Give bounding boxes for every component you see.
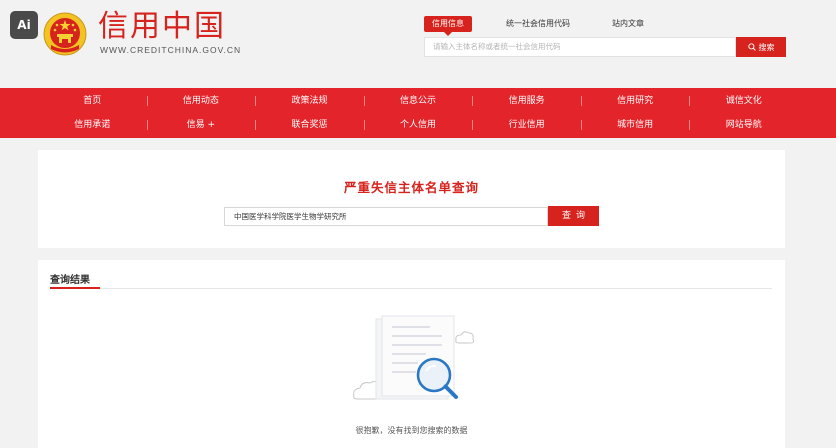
results-title: 查询结果 <box>50 275 90 286</box>
main-nav: 首页 信用动态 政策法规 信息公示 信用服务 信用研究 诚信文化 信用承诺 信易… <box>0 88 836 138</box>
nav-item-industry-credit[interactable]: 行业信用 <box>472 115 581 135</box>
search-tab-credit-code[interactable]: 统一社会信用代码 <box>498 16 578 32</box>
nav-row-secondary: 信用承诺 信易 + 联合奖惩 个人信用 行业信用 城市信用 网站导航 <box>38 115 798 135</box>
nav-item-joint-rewards[interactable]: 联合奖惩 <box>255 115 364 135</box>
search-tabs: 信用信息 统一社会信用代码 站内文章 <box>424 15 678 36</box>
nav-item-home[interactable]: 首页 <box>38 91 147 111</box>
nav-item-personal-credit[interactable]: 个人信用 <box>363 115 473 135</box>
nav-item-integrity-culture[interactable]: 诚信文化 <box>689 91 798 111</box>
ai-badge[interactable]: Ai <box>10 11 38 39</box>
entity-name-input[interactable]: 中国医学科学院医学生物学研究所 <box>224 207 548 226</box>
nav-row-primary: 首页 信用动态 政策法规 信息公示 信用服务 信用研究 诚信文化 <box>38 91 798 111</box>
site-header: Ai 信用中国 WWW.CREDITCHINA.GOV.CN 信用信息 统一社会… <box>0 0 836 88</box>
search-icon <box>747 43 756 51</box>
header-search-button-label: 搜索 <box>758 42 775 52</box>
search-tab-credit-info[interactable]: 信用信息 <box>424 16 472 36</box>
site-logo-url: WWW.CREDITCHINA.GOV.CN <box>100 45 242 55</box>
results-divider <box>50 288 772 289</box>
empty-search-illustration <box>353 315 475 400</box>
site-logo-title[interactable]: 信用中国 <box>98 10 226 44</box>
results-title-underline <box>50 287 100 289</box>
nav-item-credit-news[interactable]: 信用动态 <box>146 91 256 111</box>
search-tab-site-articles[interactable]: 站内文章 <box>604 16 652 32</box>
nav-item-public-info[interactable]: 信息公示 <box>363 91 473 111</box>
nav-item-credit-commitment[interactable]: 信用承诺 <box>38 115 147 135</box>
nav-item-site-map[interactable]: 网站导航 <box>689 115 798 135</box>
nav-item-xinyi-plus[interactable]: 信易 + <box>146 115 256 135</box>
nav-item-city-credit[interactable]: 城市信用 <box>580 115 690 135</box>
national-emblem-icon[interactable] <box>42 11 88 57</box>
query-title: 严重失信主体名单查询 <box>343 180 479 195</box>
blacklist-query-panel: 严重失信主体名单查询 中国医学科学院医学生物学研究所 查询 <box>38 150 785 248</box>
nav-item-credit-services[interactable]: 信用服务 <box>472 91 581 111</box>
query-results-panel: 查询结果 很抱歉，没有找到您搜索的数据 <box>38 260 785 448</box>
nav-item-credit-research[interactable]: 信用研究 <box>580 91 690 111</box>
header-search-input[interactable]: 请输入主体名称或者统一社会信用代码 <box>424 37 736 57</box>
header-search-button[interactable]: 搜索 <box>736 37 786 57</box>
query-button[interactable]: 查询 <box>548 206 599 226</box>
empty-results-message: 很抱歉，没有找到您搜索的数据 <box>355 426 468 435</box>
nav-item-policies[interactable]: 政策法规 <box>255 91 364 111</box>
